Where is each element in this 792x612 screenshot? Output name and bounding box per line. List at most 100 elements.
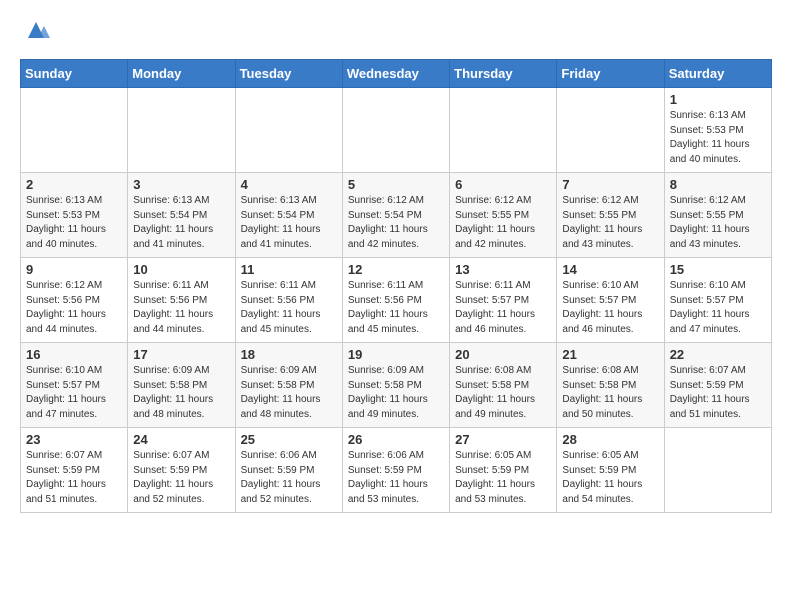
day-number: 26 <box>348 432 444 447</box>
day-number: 20 <box>455 347 551 362</box>
day-number: 1 <box>670 92 766 107</box>
calendar-cell <box>342 88 449 173</box>
calendar-cell: 13Sunrise: 6:11 AM Sunset: 5:57 PM Dayli… <box>450 258 557 343</box>
calendar-cell: 17 Sunrise: 6:09 AM Sunset: 5:58 PM Dayli… <box>128 343 235 428</box>
day-info: Sunrise: 6:13 AM Sunset: 5:53 PM Dayligh… <box>670 109 766 167</box>
calendar-week-1: 2 Sunrise: 6:13 AM Sunset: 5:53 PM Daylig… <box>21 173 772 258</box>
logo-icon <box>22 16 50 44</box>
day-info: Sunrise: 6:13 AM Sunset: 5:54 PM Dayligh… <box>133 194 229 252</box>
day-info: Sunrise: 6:09 AM Sunset: 5:58 PM Dayligh… <box>133 364 229 422</box>
calendar-week-3: 16 Sunrise: 6:10 AM Sunset: 5:57 PM Dayli… <box>21 343 772 428</box>
day-number: 24 <box>133 432 229 447</box>
calendar-cell: 14 Sunrise: 6:10 AM Sunset: 5:57 PM Dayli… <box>557 258 664 343</box>
calendar-cell: 16 Sunrise: 6:10 AM Sunset: 5:57 PM Dayli… <box>21 343 128 428</box>
calendar-cell: 1 Sunrise: 6:13 AM Sunset: 5:53 PM Daylig… <box>664 88 771 173</box>
calendar-cell: 22 Sunrise: 6:07 AM Sunset: 5:59 PM Dayli… <box>664 343 771 428</box>
day-info: Sunrise: 6:13 AM Sunset: 5:53 PM Dayligh… <box>26 194 122 252</box>
day-number: 8 <box>670 177 766 192</box>
calendar-cell: 10 Sunrise: 6:11 AM Sunset: 5:56 PM Dayli… <box>128 258 235 343</box>
day-number: 19 <box>348 347 444 362</box>
day-info: Sunrise: 6:11 AM Sunset: 5:56 PM Dayligh… <box>133 279 229 337</box>
weekday-friday: Friday <box>557 60 664 88</box>
weekday-header-row: SundayMondayTuesdayWednesdayThursdayFrid… <box>21 60 772 88</box>
day-number: 9 <box>26 262 122 277</box>
calendar: SundayMondayTuesdayWednesdayThursdayFrid… <box>20 59 772 513</box>
day-info: Sunrise: 6:12 AM Sunset: 5:55 PM Dayligh… <box>455 194 551 252</box>
day-info: Sunrise: 6:12 AM Sunset: 5:55 PM Dayligh… <box>670 194 766 252</box>
day-number: 16 <box>26 347 122 362</box>
day-info: Sunrise: 6:05 AM Sunset: 5:59 PM Dayligh… <box>562 449 658 507</box>
day-number: 23 <box>26 432 122 447</box>
calendar-cell <box>128 88 235 173</box>
page-header <box>20 16 772 49</box>
day-number: 10 <box>133 262 229 277</box>
day-number: 28 <box>562 432 658 447</box>
weekday-thursday: Thursday <box>450 60 557 88</box>
calendar-cell: 18 Sunrise: 6:09 AM Sunset: 5:58 PM Dayli… <box>235 343 342 428</box>
day-info: Sunrise: 6:12 AM Sunset: 5:55 PM Dayligh… <box>562 194 658 252</box>
calendar-cell: 6 Sunrise: 6:12 AM Sunset: 5:55 PM Daylig… <box>450 173 557 258</box>
day-info: Sunrise: 6:12 AM Sunset: 5:56 PM Dayligh… <box>26 279 122 337</box>
calendar-cell: 28 Sunrise: 6:05 AM Sunset: 5:59 PM Dayli… <box>557 428 664 513</box>
logo <box>20 16 50 49</box>
day-number: 18 <box>241 347 337 362</box>
weekday-monday: Monday <box>128 60 235 88</box>
day-number: 14 <box>562 262 658 277</box>
day-number: 17 <box>133 347 229 362</box>
day-number: 27 <box>455 432 551 447</box>
calendar-cell: 4Sunrise: 6:13 AM Sunset: 5:54 PM Daylig… <box>235 173 342 258</box>
day-info: Sunrise: 6:10 AM Sunset: 5:57 PM Dayligh… <box>562 279 658 337</box>
day-number: 13 <box>455 262 551 277</box>
calendar-cell: 21 Sunrise: 6:08 AM Sunset: 5:58 PM Dayli… <box>557 343 664 428</box>
day-number: 7 <box>562 177 658 192</box>
day-info: Sunrise: 6:09 AM Sunset: 5:58 PM Dayligh… <box>241 364 337 422</box>
calendar-cell <box>664 428 771 513</box>
day-info: Sunrise: 6:11 AM Sunset: 5:56 PM Dayligh… <box>348 279 444 337</box>
day-info: Sunrise: 6:12 AM Sunset: 5:54 PM Dayligh… <box>348 194 444 252</box>
day-info: Sunrise: 6:11 AM Sunset: 5:56 PM Dayligh… <box>241 279 337 337</box>
weekday-saturday: Saturday <box>664 60 771 88</box>
calendar-cell: 27 Sunrise: 6:05 AM Sunset: 5:59 PM Dayli… <box>450 428 557 513</box>
day-info: Sunrise: 6:08 AM Sunset: 5:58 PM Dayligh… <box>562 364 658 422</box>
calendar-cell: 25 Sunrise: 6:06 AM Sunset: 5:59 PM Dayli… <box>235 428 342 513</box>
calendar-cell: 23 Sunrise: 6:07 AM Sunset: 5:59 PM Dayli… <box>21 428 128 513</box>
calendar-week-0: 1 Sunrise: 6:13 AM Sunset: 5:53 PM Daylig… <box>21 88 772 173</box>
day-number: 22 <box>670 347 766 362</box>
calendar-cell: 12 Sunrise: 6:11 AM Sunset: 5:56 PM Dayli… <box>342 258 449 343</box>
day-number: 11 <box>241 262 337 277</box>
calendar-cell: 24 Sunrise: 6:07 AM Sunset: 5:59 PM Dayli… <box>128 428 235 513</box>
day-info: Sunrise: 6:09 AM Sunset: 5:58 PM Dayligh… <box>348 364 444 422</box>
day-number: 25 <box>241 432 337 447</box>
weekday-sunday: Sunday <box>21 60 128 88</box>
day-info: Sunrise: 6:06 AM Sunset: 5:59 PM Dayligh… <box>348 449 444 507</box>
calendar-cell: 5 Sunrise: 6:12 AM Sunset: 5:54 PM Daylig… <box>342 173 449 258</box>
calendar-cell: 20 Sunrise: 6:08 AM Sunset: 5:58 PM Dayli… <box>450 343 557 428</box>
day-info: Sunrise: 6:10 AM Sunset: 5:57 PM Dayligh… <box>670 279 766 337</box>
calendar-cell: 8 Sunrise: 6:12 AM Sunset: 5:55 PM Daylig… <box>664 173 771 258</box>
day-number: 6 <box>455 177 551 192</box>
day-number: 21 <box>562 347 658 362</box>
day-info: Sunrise: 6:10 AM Sunset: 5:57 PM Dayligh… <box>26 364 122 422</box>
calendar-cell: 7 Sunrise: 6:12 AM Sunset: 5:55 PM Daylig… <box>557 173 664 258</box>
day-info: Sunrise: 6:08 AM Sunset: 5:58 PM Dayligh… <box>455 364 551 422</box>
calendar-cell: 26 Sunrise: 6:06 AM Sunset: 5:59 PM Dayli… <box>342 428 449 513</box>
day-info: Sunrise: 6:05 AM Sunset: 5:59 PM Dayligh… <box>455 449 551 507</box>
calendar-cell <box>450 88 557 173</box>
calendar-cell: 15Sunrise: 6:10 AM Sunset: 5:57 PM Dayli… <box>664 258 771 343</box>
calendar-cell: 9 Sunrise: 6:12 AM Sunset: 5:56 PM Daylig… <box>21 258 128 343</box>
calendar-cell: 11 Sunrise: 6:11 AM Sunset: 5:56 PM Dayli… <box>235 258 342 343</box>
calendar-week-4: 23 Sunrise: 6:07 AM Sunset: 5:59 PM Dayli… <box>21 428 772 513</box>
day-number: 5 <box>348 177 444 192</box>
day-number: 12 <box>348 262 444 277</box>
day-info: Sunrise: 6:07 AM Sunset: 5:59 PM Dayligh… <box>670 364 766 422</box>
day-number: 3 <box>133 177 229 192</box>
day-number: 2 <box>26 177 122 192</box>
day-info: Sunrise: 6:13 AM Sunset: 5:54 PM Dayligh… <box>241 194 337 252</box>
calendar-week-2: 9 Sunrise: 6:12 AM Sunset: 5:56 PM Daylig… <box>21 258 772 343</box>
day-info: Sunrise: 6:06 AM Sunset: 5:59 PM Dayligh… <box>241 449 337 507</box>
calendar-cell <box>557 88 664 173</box>
calendar-cell: 19 Sunrise: 6:09 AM Sunset: 5:58 PM Dayli… <box>342 343 449 428</box>
calendar-cell: 2 Sunrise: 6:13 AM Sunset: 5:53 PM Daylig… <box>21 173 128 258</box>
day-info: Sunrise: 6:07 AM Sunset: 5:59 PM Dayligh… <box>26 449 122 507</box>
day-info: Sunrise: 6:07 AM Sunset: 5:59 PM Dayligh… <box>133 449 229 507</box>
